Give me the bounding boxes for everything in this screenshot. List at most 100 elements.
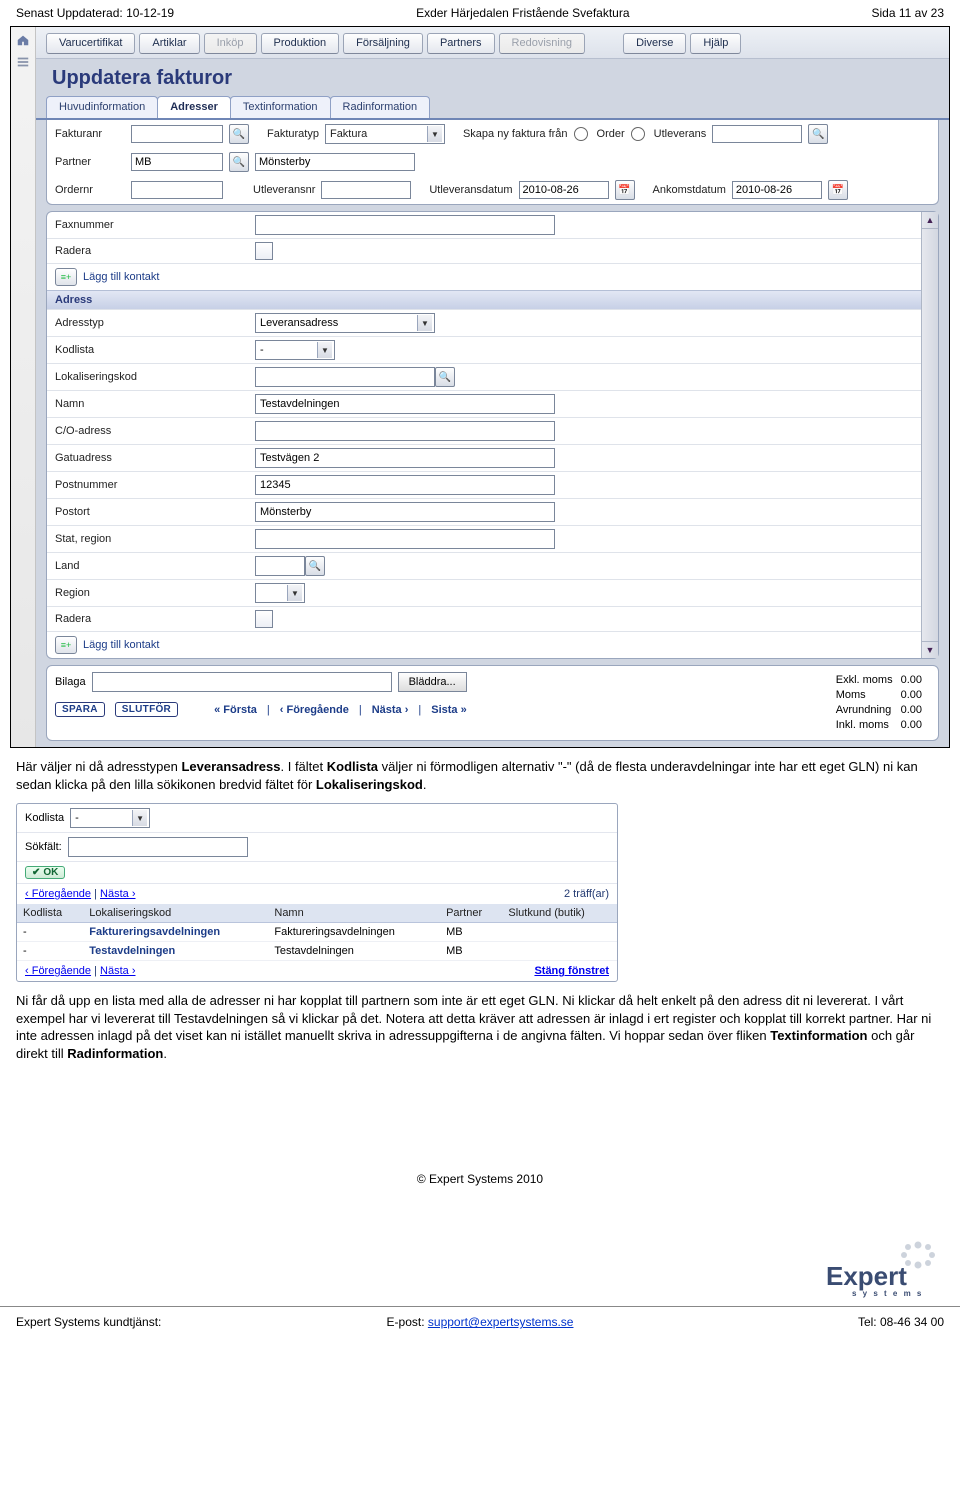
search-icon[interactable]: 🔍 bbox=[229, 124, 249, 144]
utlevnr-input[interactable] bbox=[321, 181, 411, 199]
search-icon[interactable]: 🔍 bbox=[808, 124, 828, 144]
tab-huvudinformation[interactable]: Huvudinformation bbox=[46, 96, 158, 118]
fakturanr-input[interactable] bbox=[131, 125, 223, 143]
slutfor-button[interactable]: SLUTFÖR bbox=[115, 702, 178, 717]
radera-label: Radera bbox=[55, 245, 255, 257]
total-exkl-label: Exkl. moms bbox=[836, 674, 899, 687]
lookup-window: Kodlista - Sökfält: ✔OK ‹ Föregående | N… bbox=[16, 803, 618, 982]
lookup-prev2[interactable]: ‹ Föregående bbox=[25, 965, 91, 977]
tab-textinformation[interactable]: Textinformation bbox=[230, 96, 331, 118]
footer-panel: Exkl. moms0.00 Moms0.00 Avrundning0.00 I… bbox=[46, 665, 939, 741]
scrollbar[interactable]: ▲ ▼ bbox=[921, 212, 938, 658]
lookup-kodlista-select[interactable]: - bbox=[70, 808, 150, 828]
partner-name-input[interactable] bbox=[255, 153, 415, 171]
gatu-label: Gatuadress bbox=[55, 452, 255, 464]
menu-diverse[interactable]: Diverse bbox=[623, 33, 686, 54]
table-row[interactable]: - Testavdelningen Testavdelningen MB bbox=[17, 942, 617, 961]
nav-next[interactable]: Nästa › bbox=[372, 704, 409, 716]
radio-order[interactable] bbox=[574, 127, 588, 141]
adresstyp-select[interactable]: Leveransadress bbox=[255, 313, 435, 333]
table-row[interactable]: - Faktureringsavdelningen Faktureringsav… bbox=[17, 923, 617, 942]
doc-title: Exder Härjedalen Fristående Svefaktura bbox=[416, 6, 629, 20]
footer-email-link[interactable]: support@expertsystems.se bbox=[428, 1315, 574, 1329]
lookup-ok-button[interactable]: ✔OK bbox=[25, 866, 65, 879]
menu-artiklar[interactable]: Artiklar bbox=[139, 33, 199, 54]
skapa-input[interactable] bbox=[712, 125, 802, 143]
radera2-label: Radera bbox=[55, 613, 255, 625]
nav-prev[interactable]: ‹ Föregående bbox=[280, 704, 349, 716]
lookup-prev[interactable]: ‹ Föregående bbox=[25, 888, 91, 900]
add-contact-link[interactable]: Lägg till kontakt bbox=[83, 271, 159, 283]
menu-produktion[interactable]: Produktion bbox=[261, 33, 340, 54]
postnr-input[interactable] bbox=[255, 475, 555, 495]
radio-utleverans[interactable] bbox=[631, 127, 645, 141]
nav-last[interactable]: Sista » bbox=[431, 704, 466, 716]
menu-bar: Varucertifikat Artiklar Inköp Produktion… bbox=[36, 27, 949, 59]
search-icon[interactable]: 🔍 bbox=[435, 367, 455, 387]
spara-button[interactable]: SPARA bbox=[55, 702, 105, 717]
add-contact-icon[interactable]: ≡+ bbox=[55, 268, 77, 286]
footer-tel: Tel: 08-46 34 00 bbox=[858, 1315, 944, 1329]
postort-input[interactable] bbox=[255, 502, 555, 522]
lookup-row-link[interactable]: Testavdelningen bbox=[89, 945, 175, 957]
stat-input[interactable] bbox=[255, 529, 555, 549]
home-icon[interactable] bbox=[16, 33, 30, 47]
utlevnr-label: Utleveransnr bbox=[253, 184, 315, 196]
search-icon[interactable]: 🔍 bbox=[229, 152, 249, 172]
lokkod-input[interactable] bbox=[255, 367, 435, 387]
tab-adresser[interactable]: Adresser bbox=[157, 96, 231, 118]
menu-partners[interactable]: Partners bbox=[427, 33, 495, 54]
lookup-sokfalt-input[interactable] bbox=[68, 837, 248, 857]
scroll-down-icon[interactable]: ▼ bbox=[922, 641, 938, 658]
lokkod-label: Lokaliseringskod bbox=[55, 371, 255, 383]
search-icon[interactable]: 🔍 bbox=[305, 556, 325, 576]
ankomst-input[interactable] bbox=[732, 181, 822, 199]
co-input[interactable] bbox=[255, 421, 555, 441]
calendar-icon[interactable]: 📅 bbox=[615, 180, 635, 200]
kodlista-select[interactable]: - bbox=[255, 340, 335, 360]
lookup-col-partner: Partner bbox=[440, 904, 502, 923]
add-contact-icon[interactable]: ≡+ bbox=[55, 636, 77, 654]
calendar-icon[interactable]: 📅 bbox=[828, 180, 848, 200]
fakturatyp-select[interactable]: Faktura bbox=[325, 124, 445, 144]
partner-input[interactable] bbox=[131, 153, 223, 171]
menu-varucertifikat[interactable]: Varucertifikat bbox=[46, 33, 135, 54]
list-icon[interactable] bbox=[16, 55, 30, 69]
menu-forsaljning[interactable]: Försäljning bbox=[343, 33, 423, 54]
adresstyp-label: Adresstyp bbox=[55, 317, 255, 329]
nav-first[interactable]: « Första bbox=[214, 704, 257, 716]
ordernr-input[interactable] bbox=[131, 181, 223, 199]
lookup-col-namn: Namn bbox=[268, 904, 440, 923]
total-moms-value: 0.00 bbox=[901, 689, 928, 702]
utlevdat-label: Utleveransdatum bbox=[429, 184, 512, 196]
lookup-next2[interactable]: Nästa › bbox=[100, 965, 135, 977]
browse-button[interactable]: Bläddra... bbox=[398, 672, 467, 692]
menu-hjalp[interactable]: Hjälp bbox=[690, 33, 741, 54]
utlevdat-input[interactable] bbox=[519, 181, 609, 199]
namn-label: Namn bbox=[55, 398, 255, 410]
fakturatyp-label: Fakturatyp bbox=[267, 128, 319, 140]
total-inkl-label: Inkl. moms bbox=[836, 719, 899, 732]
total-moms-label: Moms bbox=[836, 689, 899, 702]
co-label: C/O-adress bbox=[55, 425, 255, 437]
bilaga-input[interactable] bbox=[92, 672, 392, 692]
lookup-row-link[interactable]: Faktureringsavdelningen bbox=[89, 926, 220, 938]
postnr-label: Postnummer bbox=[55, 479, 255, 491]
namn-input[interactable] bbox=[255, 394, 555, 414]
scroll-up-icon[interactable]: ▲ bbox=[922, 212, 938, 229]
svg-text:s y s t e m s: s y s t e m s bbox=[852, 1289, 923, 1298]
radera2-checkbox[interactable] bbox=[255, 610, 273, 628]
lookup-close[interactable]: Stäng fönstret bbox=[534, 965, 609, 977]
gatu-input[interactable] bbox=[255, 448, 555, 468]
land-input[interactable] bbox=[255, 556, 305, 576]
fax-input[interactable] bbox=[255, 215, 555, 235]
tab-radinformation[interactable]: Radinformation bbox=[330, 96, 431, 118]
totals-table: Exkl. moms0.00 Moms0.00 Avrundning0.00 I… bbox=[834, 672, 930, 734]
add-contact-link[interactable]: Lägg till kontakt bbox=[83, 639, 159, 651]
region-select[interactable] bbox=[255, 583, 305, 603]
radera-checkbox[interactable] bbox=[255, 242, 273, 260]
menu-inkop[interactable]: Inköp bbox=[204, 33, 257, 54]
lookup-next[interactable]: Nästa › bbox=[100, 888, 135, 900]
menu-redovisning[interactable]: Redovisning bbox=[499, 33, 586, 54]
expert-systems-logo: Expert s y s t e m s bbox=[822, 1239, 942, 1299]
